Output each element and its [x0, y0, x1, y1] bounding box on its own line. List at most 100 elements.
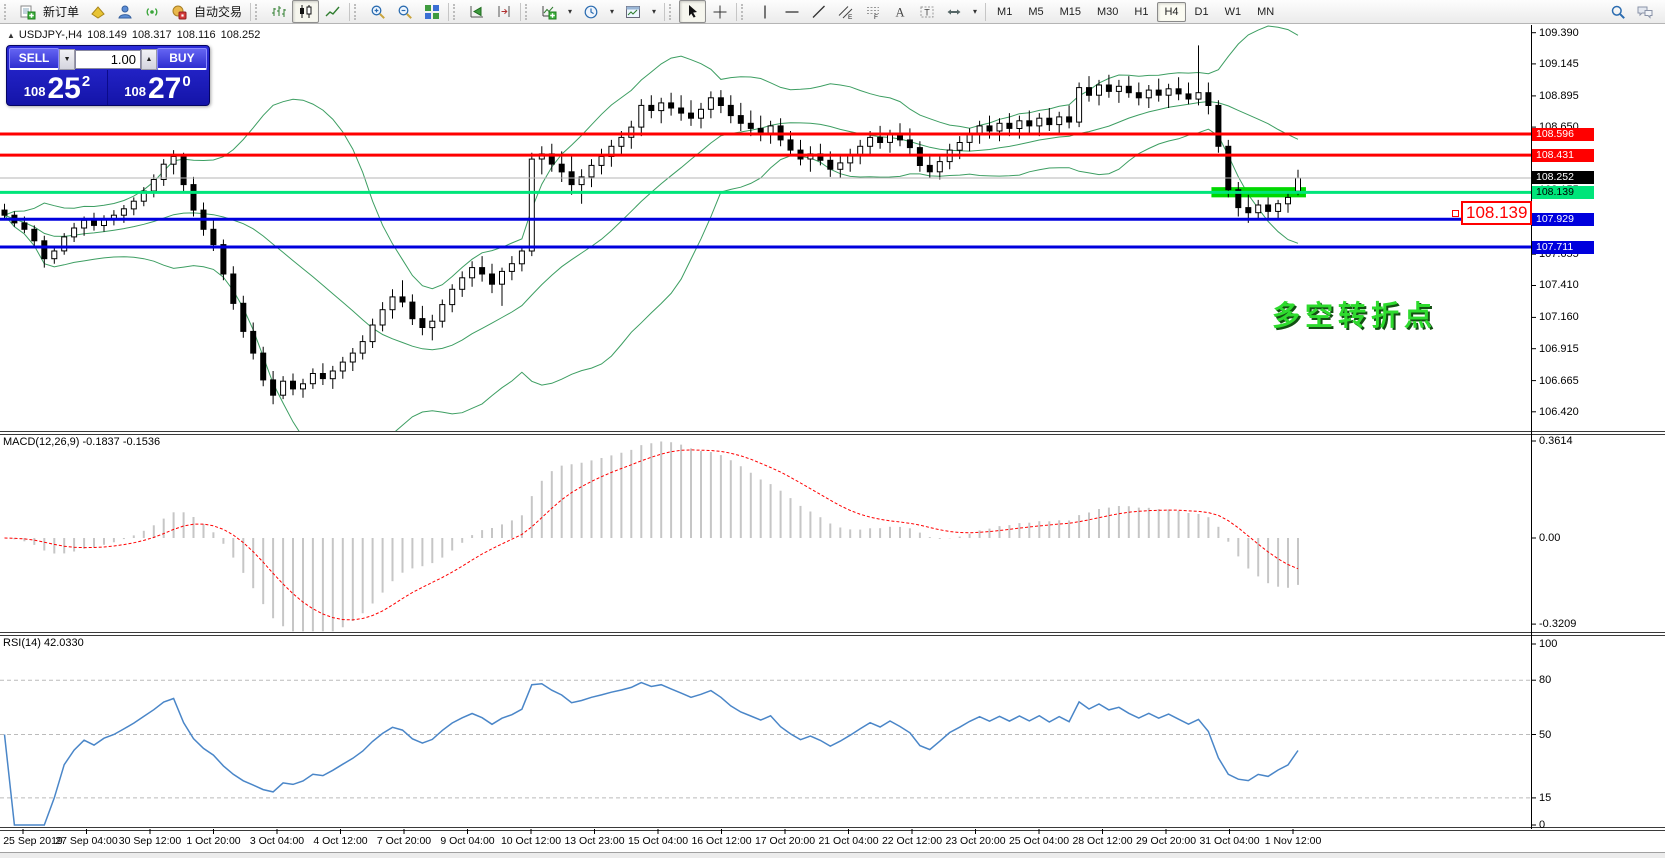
toolbar-button-tile-windows[interactable]: [418, 0, 445, 23]
date-label: 1 Nov 12:00: [1265, 835, 1322, 847]
chevron-down-icon: ▾: [608, 7, 617, 16]
equidistant-channel-icon: E: [838, 4, 854, 20]
volume-up-button[interactable]: ▲: [141, 49, 157, 70]
timeframe-button-MN[interactable]: MN: [1250, 2, 1281, 22]
highlight-rectangle[interactable]: [1211, 187, 1306, 197]
toolbar-button-auto-scroll[interactable]: [463, 0, 490, 23]
timeframe-button-D1[interactable]: D1: [1188, 2, 1216, 22]
toolbar-grip[interactable]: [525, 4, 532, 20]
timeframe-button-H4[interactable]: H4: [1157, 2, 1185, 22]
toolbar-grip[interactable]: [669, 4, 676, 20]
text-icon: A: [892, 4, 908, 20]
bear-candle: [32, 229, 37, 241]
bull-candle: [977, 126, 982, 134]
timeframe-button-M5[interactable]: M5: [1021, 2, 1050, 22]
toolbar-grip[interactable]: [255, 4, 262, 20]
zoom-in-icon: [370, 4, 386, 20]
price-axis-label: 106.665: [1539, 375, 1579, 387]
toolbar-button-zoom-out[interactable]: [391, 0, 418, 23]
toolbar-button-periods[interactable]: [577, 0, 604, 23]
timeframe-button-M15[interactable]: M15: [1053, 2, 1088, 22]
toolbar-button-zoom-in[interactable]: [364, 0, 391, 23]
toolbar-button-experts[interactable]: [111, 0, 138, 23]
chart-area[interactable]: ▲USDJPY-,H4108.149108.317108.116108.252 …: [0, 25, 1665, 858]
bear-candle: [1106, 85, 1111, 91]
toolbar-grip[interactable]: [354, 4, 361, 20]
toolbar-button-fibonacci[interactable]: F: [859, 0, 886, 23]
toolbar-button-horizontal-line[interactable]: [778, 0, 805, 23]
buy-price-point: 0: [182, 73, 190, 90]
window-bottom-edge: [0, 852, 1665, 858]
toolbar-button-autotrading[interactable]: [165, 0, 192, 23]
toolbar-button-equidistant-channel[interactable]: E: [832, 0, 859, 23]
shapes-dropdown-button[interactable]: ▾: [967, 0, 982, 23]
periods-dropdown-button[interactable]: ▾: [604, 0, 619, 23]
bull-candle: [281, 381, 286, 395]
price-tag: 108.139: [1532, 186, 1594, 199]
buy-price[interactable]: 108 27 0: [107, 70, 207, 105]
sell-button[interactable]: SELL: [9, 48, 59, 70]
search-icon: [1610, 4, 1626, 20]
rsi-axis-label: 15: [1539, 792, 1551, 804]
toolbar-button-cursor[interactable]: [679, 0, 706, 23]
turning-point-annotation[interactable]: 多空转折点: [1272, 294, 1437, 334]
timeframe-button-M30[interactable]: M30: [1090, 2, 1125, 22]
timeframe-button-M1[interactable]: M1: [990, 2, 1019, 22]
toolbar-button-label[interactable]: T: [913, 0, 940, 23]
bull-candle: [171, 157, 176, 165]
bear-candle: [1226, 146, 1231, 189]
bull-candle: [599, 157, 604, 166]
timeframe-button-W1[interactable]: W1: [1218, 2, 1249, 22]
toolbar-button-templates[interactable]: [619, 0, 646, 23]
rsi-axis-label: 50: [1539, 729, 1551, 741]
bear-candle: [679, 108, 684, 113]
bear-candle: [201, 210, 206, 229]
bull-candle: [997, 123, 1002, 131]
date-label: 15 Oct 04:00: [628, 835, 688, 847]
date-label: 3 Oct 04:00: [250, 835, 304, 847]
toolbar-grip[interactable]: [741, 4, 748, 20]
toolbar-button-metaeditor[interactable]: [84, 0, 111, 23]
toolbar-button-shapes[interactable]: [940, 0, 967, 23]
buy-button[interactable]: BUY: [157, 48, 207, 70]
bear-candle: [1067, 117, 1072, 122]
bear-candle: [231, 274, 236, 303]
templates-dropdown-button[interactable]: ▾: [646, 0, 661, 23]
search-button[interactable]: [1604, 0, 1631, 23]
chat-button[interactable]: [1631, 0, 1658, 23]
toolbar-button-candlestick[interactable]: [292, 0, 319, 23]
price-callout[interactable]: 108.139: [1461, 201, 1532, 225]
sell-price[interactable]: 108 25 2: [7, 70, 107, 105]
toolbar-button-new-order[interactable]: [14, 0, 41, 23]
toolbar-button-indicators[interactable]: [535, 0, 562, 23]
toolbar-grip[interactable]: [453, 4, 460, 20]
callout-anchor-icon[interactable]: [1452, 210, 1459, 217]
bull-candle: [161, 164, 166, 179]
toolbar-button-crosshair[interactable]: [706, 0, 733, 23]
bull-candle: [1276, 204, 1281, 212]
bull-candle: [301, 384, 306, 389]
toolbar-button-trendline[interactable]: [805, 0, 832, 23]
bear-candle: [1206, 93, 1211, 106]
bear-candle: [22, 223, 27, 229]
toolbar-button-vertical-line[interactable]: [751, 0, 778, 23]
toolbar-button-text[interactable]: A: [886, 0, 913, 23]
tile-windows-icon: [424, 4, 440, 20]
toolbar-button-bar-chart[interactable]: [265, 0, 292, 23]
collapse-triangle-icon[interactable]: ▲: [7, 31, 15, 40]
sell-price-point: 2: [82, 73, 90, 90]
toolbar-grip[interactable]: [4, 4, 11, 20]
bear-candle: [251, 331, 256, 353]
volume-input[interactable]: [75, 50, 141, 69]
indicators-dropdown-button[interactable]: ▾: [562, 0, 577, 23]
toolbar-button-chart-shift[interactable]: [490, 0, 517, 23]
toolbar-button-signals[interactable]: [138, 0, 165, 23]
volume-down-button[interactable]: ▼: [59, 49, 75, 70]
toolbar-button-label: 自动交易: [194, 3, 242, 20]
timeframe-button-H1[interactable]: H1: [1127, 2, 1155, 22]
bull-candle: [579, 177, 584, 185]
sell-price-base: 108: [24, 84, 46, 99]
toolbar-button-line-chart[interactable]: [319, 0, 346, 23]
chart-canvas[interactable]: [0, 25, 1665, 858]
open-value: 108.149: [87, 29, 127, 41]
